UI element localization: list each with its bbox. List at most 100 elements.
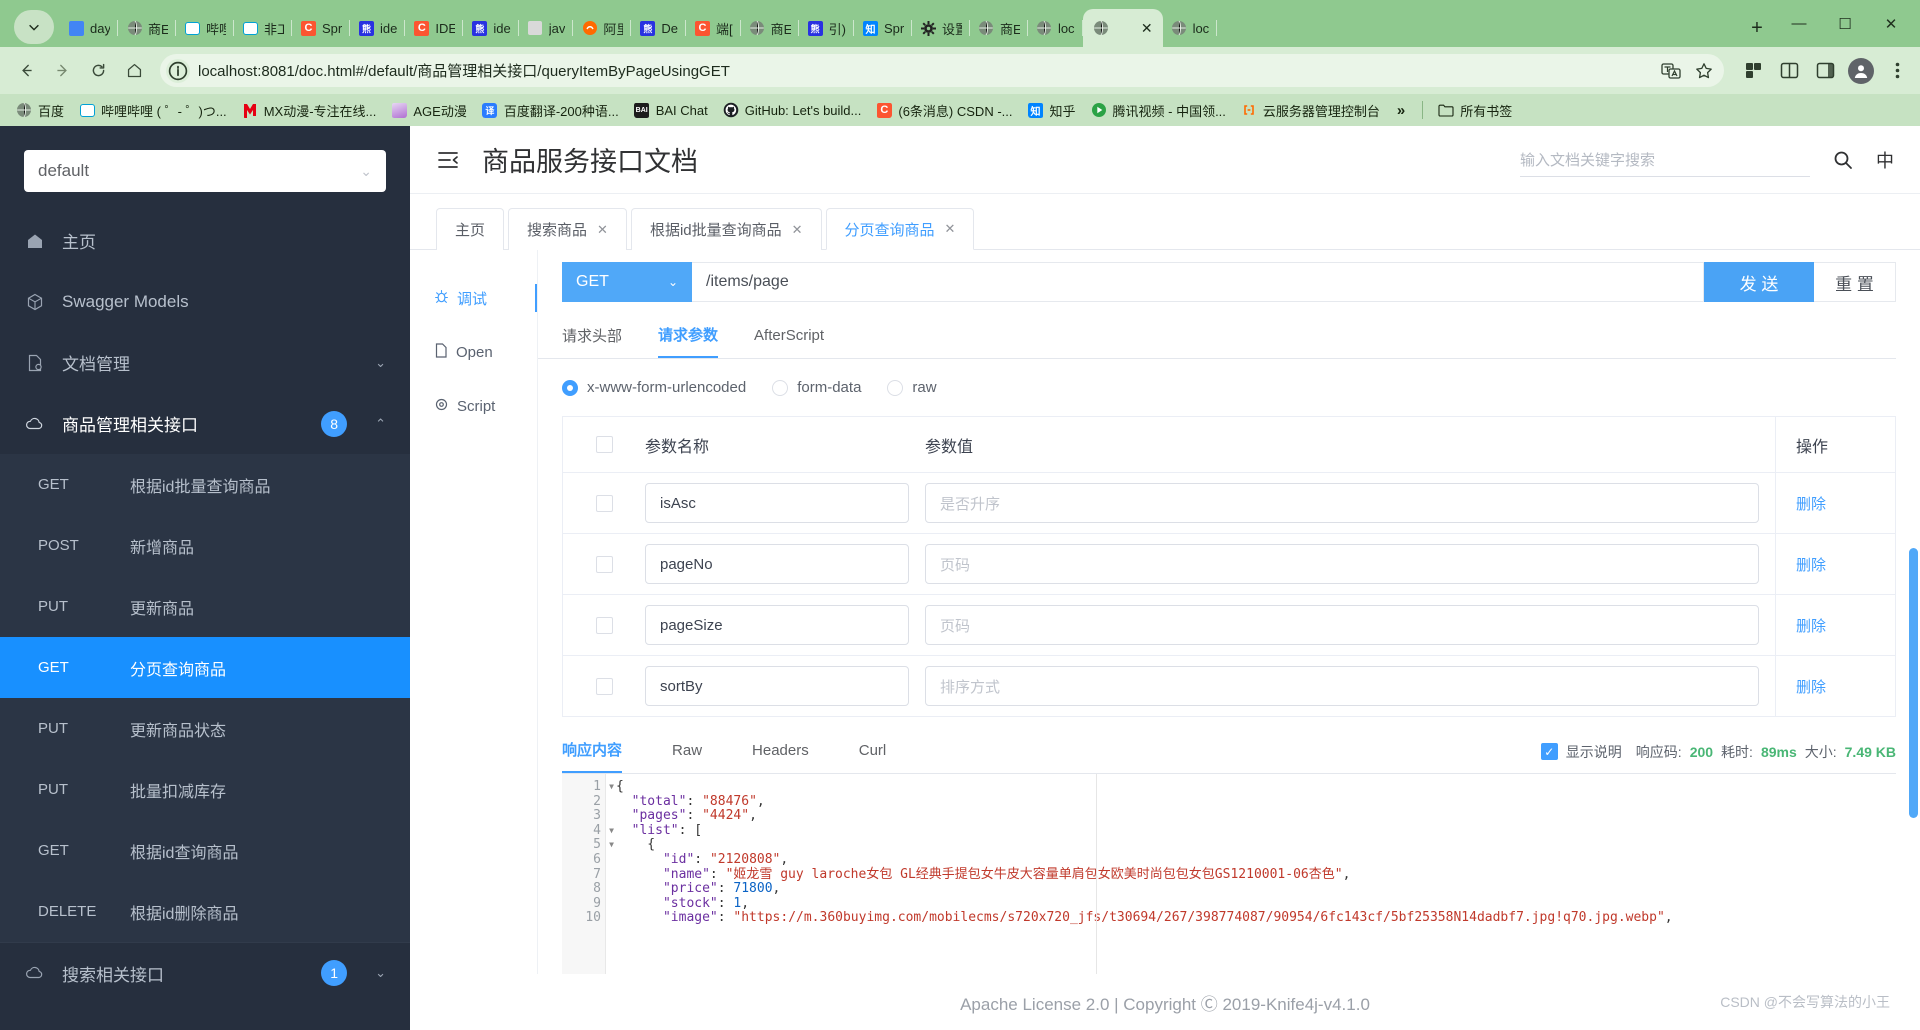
three-dot-menu-icon[interactable] bbox=[1884, 58, 1910, 84]
browser-tab-active[interactable]: ✕ bbox=[1082, 9, 1163, 47]
close-tab-button[interactable]: ✕ bbox=[1141, 21, 1153, 35]
browser-tab[interactable]: C Spr bbox=[292, 9, 350, 47]
all-bookmarks-button[interactable]: 所有书签 bbox=[1432, 98, 1518, 123]
browser-tab[interactable]: 商E bbox=[741, 9, 799, 47]
radio-form-data[interactable]: form-data bbox=[772, 379, 861, 396]
sidebar-api-item[interactable]: GET 根据id查询商品 bbox=[0, 820, 410, 881]
sidebar-api-item[interactable]: PUT 更新商品 bbox=[0, 576, 410, 637]
bookmark-item[interactable]: 知知乎 bbox=[1022, 98, 1082, 123]
profile-avatar[interactable] bbox=[1848, 57, 1874, 84]
sidebar-item-home[interactable]: 主页 bbox=[0, 210, 410, 271]
bookmark-item[interactable]: BAI BAI Chat bbox=[628, 99, 714, 121]
browser-tab[interactable]: 非工 bbox=[234, 9, 292, 47]
address-bar[interactable]: localhost:8081/doc.html#/default/商品管理相关接… bbox=[160, 54, 1724, 87]
param-name-input[interactable]: pageNo bbox=[645, 544, 909, 584]
param-value-input[interactable]: 页码 bbox=[925, 605, 1759, 645]
bookmark-item[interactable]: 百度 bbox=[10, 98, 70, 123]
delete-param-button[interactable]: 删除 bbox=[1796, 615, 1826, 636]
reload-button[interactable] bbox=[82, 55, 114, 87]
browser-tab[interactable]: 熊引) bbox=[799, 9, 855, 47]
sidebar-api-item[interactable]: GET 分页查询商品 bbox=[0, 637, 410, 698]
site-info-button[interactable] bbox=[166, 58, 190, 83]
close-doc-tab-button[interactable]: ✕ bbox=[792, 222, 803, 238]
param-name-input[interactable]: isAsc bbox=[645, 483, 909, 523]
send-button[interactable]: 发 送 bbox=[1704, 262, 1814, 302]
browser-tab[interactable]: 哔哩 bbox=[176, 9, 234, 47]
browser-tab[interactable]: 熊 ide bbox=[350, 9, 406, 47]
select-all-checkbox[interactable] bbox=[563, 436, 645, 453]
browser-tab[interactable]: 商E bbox=[118, 9, 176, 47]
browser-tab[interactable]: 商E bbox=[970, 9, 1028, 47]
language-toggle[interactable]: 中 bbox=[1876, 147, 1894, 173]
bookmark-item[interactable]: AGE动漫 bbox=[385, 98, 472, 123]
minimize-button[interactable]: — bbox=[1776, 6, 1822, 42]
response-json-viewer[interactable]: 1 ▼ 2 3 4 ▼ 5 ▼ 6 7 8 9 10 { "total": "88476", "page… bbox=[562, 774, 1896, 974]
sidebar-group-product-api[interactable]: 商品管理相关接口 8 ⌃ bbox=[0, 393, 410, 454]
bookmark-item[interactable]: 云服务器管理控制台 bbox=[1235, 98, 1386, 123]
address-bar-url[interactable]: localhost:8081/doc.html#/default/商品管理相关接… bbox=[198, 60, 730, 81]
browser-tab[interactable]: 知 Spr bbox=[854, 9, 912, 47]
browser-tab[interactable]: 熊 ide bbox=[463, 9, 520, 47]
side-panel-icon[interactable] bbox=[1812, 58, 1838, 84]
tab-search-button[interactable] bbox=[14, 10, 54, 44]
browser-tab[interactable]: loc bbox=[1163, 9, 1218, 47]
request-path-input[interactable]: /items/page bbox=[692, 262, 1704, 302]
param-name-input[interactable]: sortBy bbox=[645, 666, 909, 706]
browser-tab[interactable]: C IDE bbox=[405, 9, 464, 47]
browser-tab[interactable]: jav bbox=[519, 9, 574, 47]
service-select[interactable]: default ⌄ bbox=[24, 150, 386, 192]
browser-tab[interactable]: 设置 bbox=[912, 9, 970, 47]
tab-response-curl[interactable]: Curl bbox=[859, 742, 887, 770]
doc-tab[interactable]: 搜索商品 ✕ bbox=[508, 208, 627, 250]
sidebar-item-doc-management[interactable]: 文档管理 ⌄ bbox=[0, 332, 410, 393]
delete-param-button[interactable]: 删除 bbox=[1796, 493, 1826, 514]
search-icon[interactable] bbox=[1832, 149, 1854, 171]
scrollbar-thumb[interactable] bbox=[1909, 548, 1918, 818]
maximize-button[interactable]: ☐ bbox=[1822, 6, 1868, 42]
row-checkbox[interactable] bbox=[563, 677, 645, 695]
row-checkbox[interactable] bbox=[563, 494, 645, 512]
close-window-button[interactable]: ✕ bbox=[1868, 6, 1914, 42]
sidebar-api-item[interactable]: POST 新增商品 bbox=[0, 515, 410, 576]
http-method-select[interactable]: GET ⌄ bbox=[562, 262, 692, 302]
close-doc-tab-button[interactable]: ✕ bbox=[597, 222, 608, 238]
split-screen-icon[interactable] bbox=[1776, 58, 1802, 84]
reset-button[interactable]: 重 置 bbox=[1814, 262, 1896, 302]
bookmark-item[interactable]: MX动漫-专注在线... bbox=[236, 98, 383, 123]
bookmark-item[interactable]: C (6条消息) CSDN -... bbox=[870, 98, 1018, 123]
row-checkbox[interactable] bbox=[563, 555, 645, 573]
param-value-input[interactable]: 是否升序 bbox=[925, 483, 1759, 523]
star-icon[interactable] bbox=[1694, 61, 1714, 81]
browser-tab[interactable]: loc bbox=[1028, 9, 1083, 47]
content-scrollbar[interactable] bbox=[1909, 540, 1918, 974]
json-code[interactable]: { "total": "88476", "pages": "4424", "li… bbox=[606, 774, 1896, 974]
bookmark-item[interactable]: 腾讯视频 - 中国领... bbox=[1085, 98, 1232, 123]
radio-raw[interactable]: raw bbox=[887, 379, 937, 396]
row-checkbox[interactable] bbox=[563, 616, 645, 634]
sidebar-api-item[interactable]: GET 根据id批量查询商品 bbox=[0, 454, 410, 515]
forward-button[interactable] bbox=[46, 55, 78, 87]
param-value-input[interactable]: 页码 bbox=[925, 544, 1759, 584]
sidebar-group-search-api[interactable]: 搜索相关接口 1 ⌄ bbox=[0, 942, 410, 1003]
tab-request-headers[interactable]: 请求头部 bbox=[562, 325, 622, 357]
home-button[interactable] bbox=[118, 55, 150, 87]
collapse-menu-icon[interactable] bbox=[436, 148, 460, 172]
tab-response-headers[interactable]: Headers bbox=[752, 742, 809, 770]
tab-response-raw[interactable]: Raw bbox=[672, 742, 702, 770]
back-button[interactable] bbox=[10, 55, 42, 87]
show-description-checkbox[interactable]: ✓ bbox=[1540, 743, 1558, 760]
bookmark-item[interactable]: 译百度翻译-200种语... bbox=[476, 98, 625, 123]
tab-afterscript[interactable]: AfterScript bbox=[754, 327, 824, 355]
bookmarks-overflow-button[interactable]: » bbox=[1389, 99, 1413, 122]
radio-urlencoded[interactable]: x-www-form-urlencoded bbox=[562, 379, 746, 396]
browser-tab[interactable]: day bbox=[60, 9, 118, 47]
browser-tab[interactable]: C 端[ bbox=[686, 9, 741, 47]
sidebar-item-swagger-models[interactable]: Swagger Models bbox=[0, 271, 410, 332]
tab-request-params[interactable]: 请求参数 bbox=[658, 324, 719, 358]
browser-tab[interactable]: 熊 De bbox=[631, 9, 686, 47]
bookmark-item[interactable]: GitHub: Let's build... bbox=[717, 99, 868, 121]
sidebar-api-item[interactable]: DELETE 根据id删除商品 bbox=[0, 881, 410, 942]
sidebar-api-item[interactable]: PUT 更新商品状态 bbox=[0, 698, 410, 759]
browser-tab[interactable]: 阿里 bbox=[573, 9, 632, 47]
mininav-item-script[interactable]: Script bbox=[410, 392, 537, 420]
